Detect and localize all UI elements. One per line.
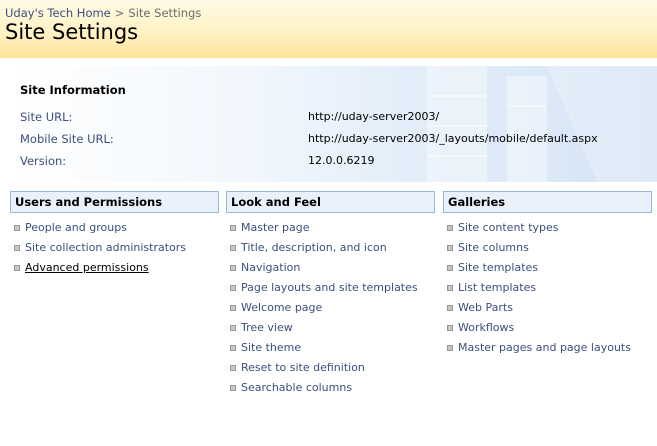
link-people-and-groups[interactable]: People and groups (25, 221, 127, 234)
link-advanced-permissions[interactable]: Advanced permissions (25, 261, 149, 274)
link-site-content-types[interactable]: Site content types (458, 221, 559, 234)
link-title-description-icon[interactable]: Title, description, and icon (241, 241, 387, 254)
link-master-page[interactable]: Master page (241, 221, 310, 234)
bullet-icon (230, 385, 236, 391)
link-web-parts[interactable]: Web Parts (458, 301, 513, 314)
site-url-row: Site URL: http://uday-server2003/ (20, 110, 640, 126)
page-title: Site Settings (5, 20, 139, 44)
link-tree-view[interactable]: Tree view (241, 321, 293, 334)
mobile-site-url-value: http://uday-server2003/_layouts/mobile/d… (308, 132, 598, 145)
bullet-icon (230, 305, 236, 311)
breadcrumb: Uday's Tech Home > Site Settings (5, 6, 201, 20)
site-information-panel: Site Information Site URL: http://uday-s… (8, 66, 657, 182)
version-label: Version: (20, 154, 67, 168)
site-url-value: http://uday-server2003/ (308, 110, 440, 123)
bullet-icon (230, 325, 236, 331)
section-header-galleries: Galleries (443, 191, 652, 213)
link-site-columns[interactable]: Site columns (458, 241, 529, 254)
bullet-icon (14, 265, 20, 271)
bullet-icon (447, 265, 453, 271)
version-value: 12.0.0.6219 (308, 154, 375, 167)
link-site-templates[interactable]: Site templates (458, 261, 538, 274)
mobile-site-url-row: Mobile Site URL: http://uday-server2003/… (20, 132, 640, 148)
version-row: Version: 12.0.0.6219 (20, 154, 640, 170)
bullet-icon (230, 225, 236, 231)
link-page-layouts-and-site-templates[interactable]: Page layouts and site templates (241, 281, 418, 294)
bullet-icon (230, 345, 236, 351)
page-header: Uday's Tech Home > Site Settings Site Sett… (0, 0, 657, 58)
bullet-icon (447, 325, 453, 331)
link-site-collection-administrators[interactable]: Site collection administrators (25, 241, 186, 254)
breadcrumb-current: Site Settings (128, 6, 202, 20)
link-master-pages-and-page-layouts[interactable]: Master pages and page layouts (458, 341, 631, 354)
bullet-icon (230, 285, 236, 291)
breadcrumb-home-link[interactable]: Uday's Tech Home (5, 6, 111, 20)
link-workflows[interactable]: Workflows (458, 321, 514, 334)
bullet-icon (447, 225, 453, 231)
link-searchable-columns[interactable]: Searchable columns (241, 381, 352, 394)
section-look-and-feel: Look and Feel Master page Title, descrip… (226, 191, 435, 394)
bullet-icon (447, 305, 453, 311)
section-header-look-and-feel: Look and Feel (226, 191, 435, 213)
bullet-icon (230, 265, 236, 271)
bullet-icon (230, 245, 236, 251)
bullet-icon (447, 245, 453, 251)
link-navigation[interactable]: Navigation (241, 261, 300, 274)
mobile-site-url-label: Mobile Site URL: (20, 132, 114, 146)
bullet-icon (447, 345, 453, 351)
link-welcome-page[interactable]: Welcome page (241, 301, 322, 314)
breadcrumb-separator: > (114, 6, 125, 20)
section-users-and-permissions: Users and Permissions People and groups … (10, 191, 219, 274)
bullet-icon (447, 285, 453, 291)
bullet-icon (14, 245, 20, 251)
site-url-label: Site URL: (20, 110, 73, 124)
bullet-icon (14, 225, 20, 231)
site-information-title: Site Information (20, 83, 126, 97)
section-galleries: Galleries Site content types Site column… (443, 191, 652, 354)
link-site-theme[interactable]: Site theme (241, 341, 301, 354)
link-reset-to-site-definition[interactable]: Reset to site definition (241, 361, 365, 374)
section-header-users-and-permissions: Users and Permissions (10, 191, 219, 213)
bullet-icon (230, 365, 236, 371)
link-list-templates[interactable]: List templates (458, 281, 536, 294)
